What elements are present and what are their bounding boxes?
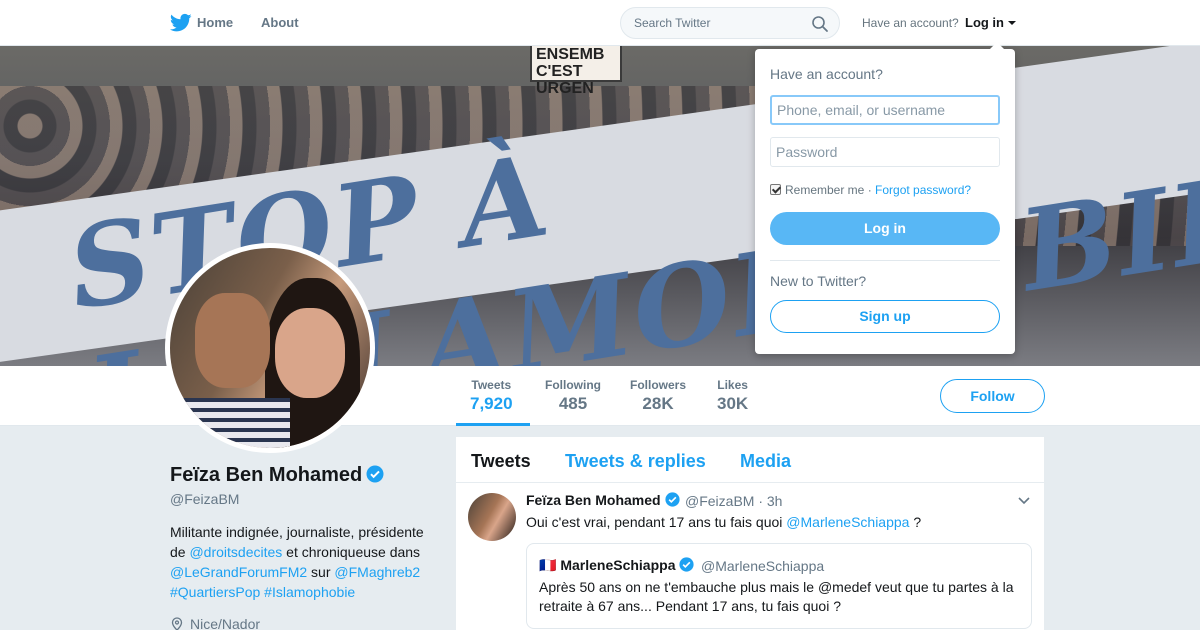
login-dropdown: Have an account? Remember me · Forgot pa… [755,42,1015,354]
username-field[interactable] [770,95,1000,125]
bio-link-fmaghreb2[interactable]: @FMaghreb2 [334,564,420,580]
remember-me-label[interactable]: Remember me [785,183,864,197]
profile-name-text[interactable]: Feïza Ben Mohamed [170,464,362,486]
login-button[interactable]: Log in [770,212,1000,245]
dropdown-arrow [989,42,1005,50]
search-icon[interactable] [811,15,829,33]
stat-label: Likes [717,378,748,392]
tweet-author-name-text[interactable]: Feïza Ben Mohamed [526,492,661,508]
quoted-author-name: 🇫🇷 MarleneSchiappa [539,557,695,574]
stat-likes[interactable]: Likes 30K [717,378,748,414]
follow-button[interactable]: Follow [940,379,1045,413]
active-stat-underline [456,423,530,426]
placard-line-1: ENSEMB [536,46,605,63]
stat-value: 30K [717,394,749,413]
tweet-handle-time[interactable]: @FeizaBM · 3h [685,493,782,509]
placard-line-2: C'EST URGEN [536,63,594,97]
stat-followers[interactable]: Followers 28K [630,378,686,414]
avatar-detail [195,293,270,388]
password-field[interactable] [770,137,1000,167]
quoted-tweet[interactable]: 🇫🇷 MarleneSchiappa @MarleneSchiappa Aprè… [526,543,1032,629]
tweet-mention-link[interactable]: @MarleneSchiappa [786,514,909,530]
bio-text: et chroniqueuse dans [282,544,421,560]
quoted-author-handle: @MarleneSchiappa [701,558,825,574]
stat-label: Following [545,378,601,392]
bio-hashtags[interactable]: #QuartiersPop #Islamophobie [170,584,355,600]
verified-badge-icon [366,465,384,483]
new-to-twitter-text: New to Twitter? [770,273,867,289]
verified-badge-icon [665,492,680,507]
forgot-password-link[interactable]: Forgot password? [875,183,971,197]
login-menu-link[interactable]: Log in [965,15,1004,30]
search-input[interactable]: Search Twitter [634,16,710,30]
stat-value: 28K [642,394,674,413]
signup-button[interactable]: Sign up [770,300,1000,333]
tweet-text: Oui c'est vrai, pendant 17 ans tu fais q… [526,514,921,530]
stat-following[interactable]: Following 485 [545,378,601,414]
chevron-down-icon[interactable] [1008,21,1016,25]
chevron-down-icon[interactable] [1018,497,1030,505]
remember-me-row: Remember me · Forgot password? [770,183,971,197]
divider [770,260,1000,261]
banner-placard: ENSEMB C'EST URGEN [530,46,622,97]
separator: · [864,183,876,197]
stat-label: Followers [630,378,687,392]
twitter-bird-icon[interactable] [170,13,192,33]
stat-label: Tweets [471,378,512,392]
avatar [170,248,370,448]
bio-text: sur [307,564,335,580]
stat-value: 7,920 [470,394,513,413]
profile-handle[interactable]: @FeizaBM [170,491,239,507]
location-text: Nice/Nador [190,616,261,630]
stat-tweets[interactable]: Tweets 7,920 [470,378,513,414]
have-account-text: Have an account? [862,16,959,30]
bio-link-droitsdecites[interactable]: @droitsdecites [189,544,282,560]
profile-location: Nice/Nador [170,616,260,630]
quoted-tweet-text: Après 50 ans on ne t'embauche plus mais … [539,579,1014,614]
avatar-detail [275,308,345,398]
avatar-detail [170,398,290,448]
quoted-author-name-text: MarleneSchiappa [560,557,676,573]
tweet-text-part: ? [909,514,922,530]
nav-home-link[interactable]: Home [197,15,233,30]
tweet-author-name[interactable]: Feïza Ben Mohamed [526,492,680,508]
stat-value: 485 [558,394,588,413]
flag-icon: 🇫🇷 [539,557,557,573]
tweet-text-part: Oui c'est vrai, pendant 17 ans tu fais q… [526,514,787,530]
top-navigation-bar: Home About Search Twitter Have an accoun… [0,0,1200,46]
profile-avatar[interactable] [165,243,375,453]
search-box[interactable]: Search Twitter [620,7,840,39]
tweet[interactable]: Feïza Ben Mohamed @FeizaBM · 3h Oui c'es… [456,437,1044,630]
profile-bio: Militante indignée, journaliste, préside… [170,522,440,602]
bio-link-legrandforumfm2[interactable]: @LeGrandForumFM2 [170,564,307,580]
tweet-avatar[interactable] [468,493,516,541]
nav-about-link[interactable]: About [261,15,299,30]
verified-badge-icon [679,557,695,572]
remember-me-checkbox[interactable] [770,184,781,195]
location-pin-icon [171,617,183,630]
login-dropdown-heading: Have an account? [770,66,883,82]
profile-name[interactable]: Feïza Ben Mohamed [170,464,384,487]
